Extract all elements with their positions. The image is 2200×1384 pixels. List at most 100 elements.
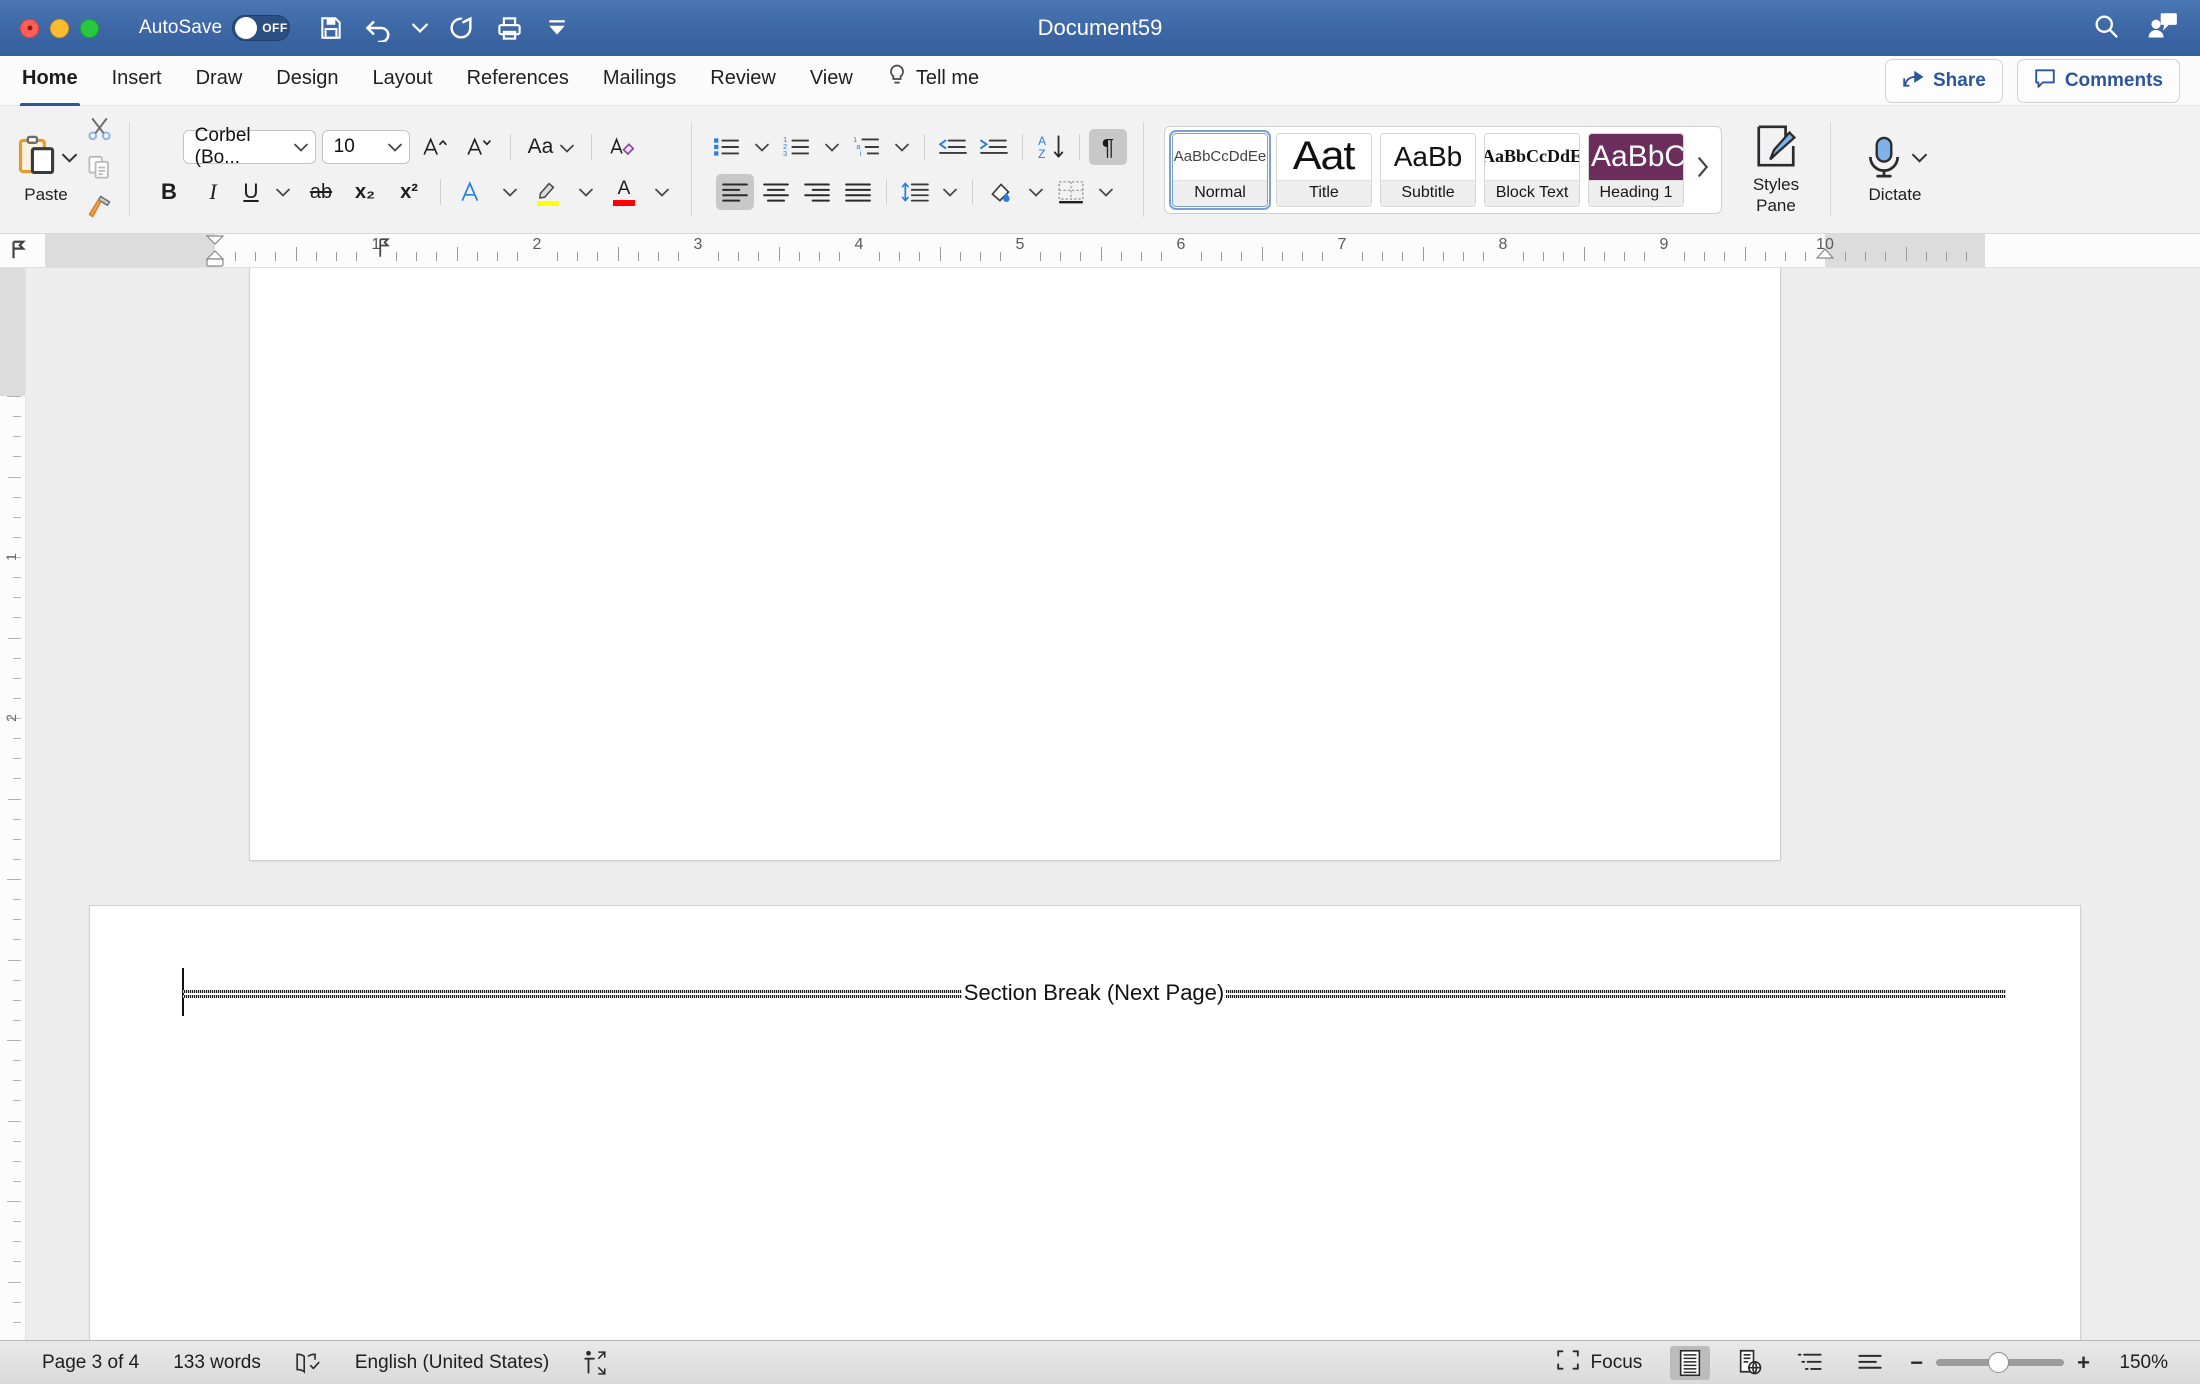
text-effects-dropdown-icon[interactable] (497, 174, 523, 210)
change-case-button[interactable]: Aa (523, 129, 580, 165)
multilevel-list-dropdown-icon[interactable] (889, 129, 915, 165)
chevron-right-icon[interactable] (1692, 156, 1714, 183)
shading-icon[interactable] (982, 174, 1020, 210)
font-color-icon[interactable]: A (605, 174, 643, 210)
style-title[interactable]: Aat Title (1276, 132, 1372, 207)
tab-review[interactable]: Review (710, 67, 776, 94)
tab-draw[interactable]: Draw (196, 67, 243, 94)
print-icon[interactable] (494, 13, 524, 43)
tab-insert[interactable]: Insert (112, 67, 162, 94)
sort-icon[interactable]: A Z (1032, 129, 1070, 165)
maximize-window-button[interactable] (80, 18, 99, 38)
bullet-list-dropdown-icon[interactable] (749, 129, 775, 165)
align-left-icon[interactable] (716, 174, 754, 210)
styles-pane-button[interactable]: Styles Pane (1738, 123, 1814, 215)
tab-mailings[interactable]: Mailings (603, 67, 676, 94)
language-indicator[interactable]: English (United States) (355, 1352, 549, 1374)
share-button[interactable]: Share (1885, 58, 2003, 103)
focus-button[interactable]: Focus (1556, 1349, 1642, 1377)
outline-view-icon[interactable] (1790, 1346, 1830, 1380)
autosave-control[interactable]: AutoSave OFF (139, 15, 291, 41)
underline-button[interactable]: U (238, 174, 264, 210)
search-icon[interactable] (2092, 12, 2120, 45)
style-normal[interactable]: AaBbCcDdEe Normal (1169, 129, 1271, 210)
copy-icon[interactable] (86, 154, 113, 186)
word-count[interactable]: 133 words (173, 1352, 261, 1374)
save-icon[interactable] (316, 13, 346, 43)
bullet-list-icon[interactable] (708, 129, 746, 165)
font-color-dropdown-icon[interactable] (649, 174, 675, 210)
numbered-list-dropdown-icon[interactable] (819, 129, 845, 165)
undo-icon[interactable] (364, 13, 394, 43)
section-break-marker[interactable]: Section Break (Next Page) (182, 968, 2006, 1016)
scissors-icon[interactable] (86, 115, 113, 147)
clear-formatting-icon[interactable] (604, 129, 642, 165)
font-name-combo[interactable]: Corbel (Bo... (182, 125, 316, 168)
tab-home[interactable]: Home (20, 67, 80, 107)
draft-view-icon[interactable] (1850, 1346, 1890, 1380)
right-indent-marker[interactable] (1814, 248, 1836, 267)
line-spacing-dropdown-icon[interactable] (937, 174, 963, 210)
highlight-dropdown-icon[interactable] (573, 174, 599, 210)
print-layout-icon[interactable] (1670, 1345, 1711, 1380)
document-canvas[interactable]: Section Break (Next Page) (26, 268, 2200, 1340)
style-block-text[interactable]: AaBbCcDdE Block Text (1484, 132, 1580, 207)
zoom-out-button[interactable]: − (1910, 1350, 1923, 1376)
tab-stop-marker[interactable] (376, 238, 392, 263)
grow-font-button[interactable] (416, 129, 454, 165)
borders-dropdown-icon[interactable] (1093, 174, 1119, 210)
tell-me-search[interactable]: Tell me (887, 64, 979, 98)
tab-view[interactable]: View (810, 67, 853, 94)
page-indicator[interactable]: Page 3 of 4 (42, 1352, 139, 1374)
style-subtitle[interactable]: AaBb Subtitle (1380, 132, 1476, 207)
justify-icon[interactable] (839, 174, 877, 210)
superscript-button[interactable]: x² (390, 174, 428, 210)
dictate-button[interactable]: Dictate (1847, 135, 1943, 205)
strikethrough-button[interactable]: ab (302, 174, 340, 210)
first-line-indent-marker[interactable] (204, 235, 226, 267)
proofing-icon[interactable] (295, 1351, 321, 1375)
zoom-slider[interactable]: − + (1910, 1350, 2090, 1376)
increase-indent-icon[interactable] (975, 129, 1013, 165)
underline-dropdown-icon[interactable] (270, 174, 296, 210)
tab-design[interactable]: Design (276, 67, 338, 94)
line-spacing-icon[interactable] (896, 174, 934, 210)
accessibility-icon[interactable] (583, 1350, 607, 1376)
customize-qat-icon[interactable] (542, 13, 572, 43)
decrease-indent-icon[interactable] (934, 129, 972, 165)
borders-icon[interactable] (1052, 174, 1090, 210)
bold-button[interactable]: B (150, 174, 188, 210)
align-center-icon[interactable] (757, 174, 795, 210)
tab-references[interactable]: References (467, 67, 569, 94)
minimize-window-button[interactable] (50, 18, 69, 38)
zoom-level[interactable]: 150% (2110, 1352, 2168, 1374)
document-page-current[interactable]: Section Break (Next Page) (90, 906, 2080, 1340)
redo-icon[interactable] (446, 13, 476, 43)
subscript-button[interactable]: x₂ (346, 174, 384, 210)
shrink-font-button[interactable] (460, 129, 498, 165)
horizontal-ruler[interactable]: 1 2 3 4 5 6 7 8 9 10 (0, 234, 2200, 268)
zoom-handle[interactable] (1988, 1352, 2010, 1373)
comments-button[interactable]: Comments (2016, 58, 2180, 103)
tab-layout[interactable]: Layout (373, 67, 433, 94)
text-effects-icon[interactable] (453, 174, 491, 210)
numbered-list-icon[interactable]: 1 2 3 (778, 129, 816, 165)
dictate-dropdown-icon[interactable] (1911, 150, 1927, 168)
paste-dropdown-icon[interactable] (62, 150, 77, 168)
zoom-in-button[interactable]: + (2077, 1350, 2090, 1376)
multilevel-list-icon[interactable]: 1 a i (848, 129, 886, 165)
ruler-track[interactable]: 1 2 3 4 5 6 7 8 9 10 (40, 234, 2200, 267)
document-page-previous[interactable] (250, 268, 1780, 860)
close-window-button[interactable] (20, 18, 39, 38)
style-heading-1[interactable]: AaBbC Heading 1 (1588, 132, 1684, 207)
format-painter-icon[interactable] (86, 193, 113, 225)
paste-button[interactable]: Paste (10, 134, 82, 205)
show-formatting-marks-icon[interactable]: ¶ (1089, 129, 1127, 165)
tab-stop-left-icon[interactable] (8, 239, 30, 261)
account-icon[interactable] (2148, 12, 2178, 45)
highlight-icon[interactable] (529, 174, 567, 210)
font-size-combo[interactable]: 10 (321, 130, 410, 164)
align-right-icon[interactable] (798, 174, 836, 210)
undo-dropdown-icon[interactable] (412, 13, 429, 43)
vertical-ruler[interactable]: 12 (0, 268, 26, 1340)
